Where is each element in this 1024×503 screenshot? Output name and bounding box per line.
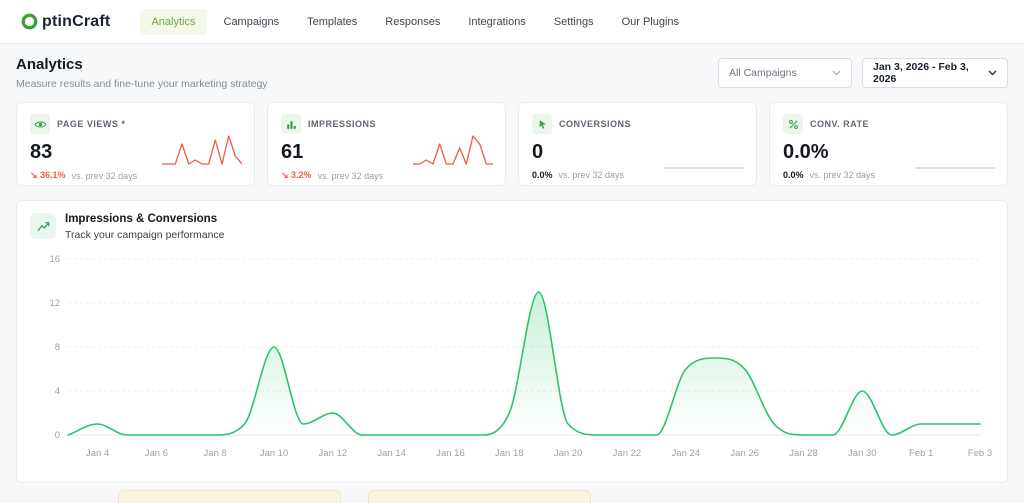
svg-text:Jan 8: Jan 8 xyxy=(204,448,227,459)
svg-text:Jan 16: Jan 16 xyxy=(436,448,465,459)
partial-card xyxy=(118,490,341,503)
nav-item-integrations[interactable]: Integrations xyxy=(457,9,536,35)
bar-chart-icon xyxy=(281,114,301,134)
brand-logo[interactable]: ptinCraft xyxy=(20,12,110,31)
optincraft-logo-icon xyxy=(20,12,39,31)
stat-compare: vs. prev 32 days xyxy=(72,171,138,181)
chart-header: Impressions & Conversions Track your cam… xyxy=(30,213,994,241)
stat-card-conv-rate: CONV. RATE 0.0% 0.0% vs. prev 32 days xyxy=(769,102,1008,186)
svg-text:Jan 26: Jan 26 xyxy=(730,448,759,459)
svg-text:8: 8 xyxy=(55,342,60,353)
page-title: Analytics xyxy=(16,56,268,73)
main-content: Analytics Measure results and fine-tune … xyxy=(0,44,1024,503)
top-navigation-bar: ptinCraft Analytics Campaigns Templates … xyxy=(0,0,1024,44)
filter-controls: All Campaigns Jan 3, 2026 - Feb 3, 2026 xyxy=(718,58,1008,88)
trending-up-icon xyxy=(30,213,56,239)
brand-name: ptinCraft xyxy=(42,13,110,31)
sparkline-chart xyxy=(413,131,493,171)
nav-item-our-plugins[interactable]: Our Plugins xyxy=(611,9,690,35)
svg-text:Jan 18: Jan 18 xyxy=(495,448,524,459)
chart-subtitle: Track your campaign performance xyxy=(65,229,225,241)
stat-delta: 0.0% xyxy=(783,170,804,180)
stat-label: IMPRESSIONS xyxy=(308,119,376,129)
stat-delta: 0.0% xyxy=(532,170,553,180)
eye-icon xyxy=(30,114,50,134)
campaign-filter-select[interactable]: All Campaigns xyxy=(718,58,852,88)
chevron-down-icon xyxy=(832,70,841,76)
sparkline-chart xyxy=(664,131,744,171)
stats-row: PAGE VIEWS * 83 ↘ 36.1% vs. prev 32 days… xyxy=(16,102,1008,186)
svg-text:4: 4 xyxy=(55,386,60,397)
svg-text:Jan 12: Jan 12 xyxy=(319,448,348,459)
svg-text:16: 16 xyxy=(49,254,60,265)
nav-item-campaigns[interactable]: Campaigns xyxy=(213,9,291,35)
nav-item-responses[interactable]: Responses xyxy=(374,9,451,35)
sparkline-chart xyxy=(162,131,242,171)
chevron-down-icon xyxy=(988,70,997,76)
stat-card-conversions: CONVERSIONS 0 0.0% vs. prev 32 days xyxy=(518,102,757,186)
stat-compare: vs. prev 32 days xyxy=(318,171,384,181)
page-subtitle: Measure results and fine-tune your marke… xyxy=(16,78,268,90)
svg-text:Jan 10: Jan 10 xyxy=(260,448,289,459)
impressions-conversions-chart: 0 4 8 12 16 Jan 4 Jan 6 Jan 8 Jan 10 Jan 12 Jan 14… xyxy=(30,245,994,465)
nav-item-settings[interactable]: Settings xyxy=(543,9,605,35)
cursor-click-icon xyxy=(532,114,552,134)
nav-item-templates[interactable]: Templates xyxy=(296,9,368,35)
svg-text:Jan 4: Jan 4 xyxy=(86,448,109,459)
date-range-value: Jan 3, 2026 - Feb 3, 2026 xyxy=(873,61,978,85)
partial-card xyxy=(368,490,591,503)
svg-text:Jan 22: Jan 22 xyxy=(613,448,642,459)
svg-text:Feb 1: Feb 1 xyxy=(909,448,933,459)
svg-text:Jan 14: Jan 14 xyxy=(377,448,406,459)
page-header: Analytics Measure results and fine-tune … xyxy=(16,56,1008,90)
next-section-partial xyxy=(118,490,1008,503)
svg-text:Jan 24: Jan 24 xyxy=(672,448,701,459)
nav-item-analytics[interactable]: Analytics xyxy=(140,9,206,35)
svg-text:12: 12 xyxy=(49,298,60,309)
svg-text:Feb 3: Feb 3 xyxy=(968,448,992,459)
stat-label: CONVERSIONS xyxy=(559,119,631,129)
percent-icon xyxy=(783,114,803,134)
stat-compare: vs. prev 32 days xyxy=(810,170,876,180)
svg-text:Jan 20: Jan 20 xyxy=(554,448,583,459)
sparkline-chart xyxy=(915,131,995,171)
svg-text:Jan 30: Jan 30 xyxy=(848,448,877,459)
svg-text:Jan 28: Jan 28 xyxy=(789,448,818,459)
chart-title: Impressions & Conversions xyxy=(65,213,225,225)
stat-card-impressions: IMPRESSIONS 61 ↘ 3.2% vs. prev 32 days xyxy=(267,102,506,186)
impressions-conversions-card: Impressions & Conversions Track your cam… xyxy=(16,200,1008,483)
stat-compare: vs. prev 32 days xyxy=(559,170,625,180)
svg-text:Jan 6: Jan 6 xyxy=(145,448,168,459)
svg-text:0: 0 xyxy=(55,430,60,441)
stat-card-page-views: PAGE VIEWS * 83 ↘ 36.1% vs. prev 32 days xyxy=(16,102,255,186)
stat-delta: ↘ 3.2% xyxy=(281,170,312,181)
main-nav: Analytics Campaigns Templates Responses … xyxy=(140,9,690,35)
date-range-picker[interactable]: Jan 3, 2026 - Feb 3, 2026 xyxy=(862,58,1008,88)
stat-label: CONV. RATE xyxy=(810,119,869,129)
stat-label: PAGE VIEWS * xyxy=(57,119,125,129)
campaign-filter-value: All Campaigns xyxy=(729,67,797,79)
stat-delta: ↘ 36.1% xyxy=(30,170,66,181)
